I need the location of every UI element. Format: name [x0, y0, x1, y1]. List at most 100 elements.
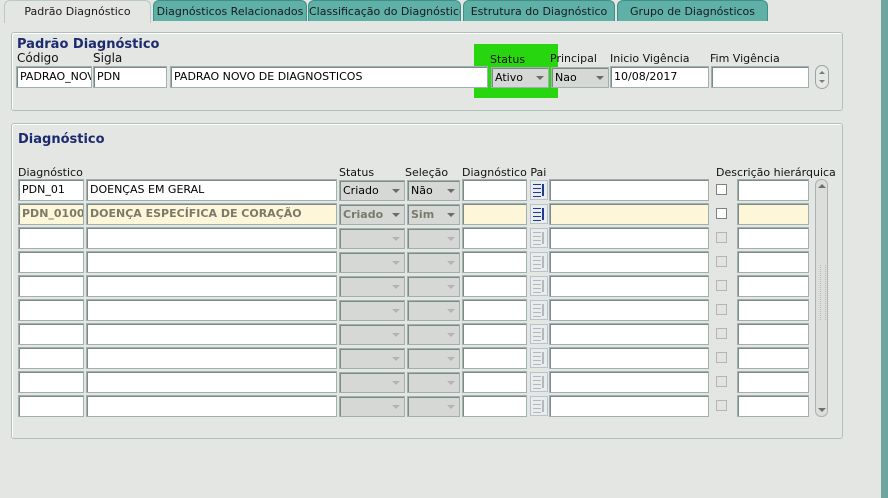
diagnostico-selecao-select[interactable]: Sim: [407, 204, 460, 225]
list-of-values-icon[interactable]: [530, 348, 548, 368]
list-of-values-icon[interactable]: [530, 204, 548, 224]
diagnostico-selecao-select[interactable]: Não: [407, 180, 460, 201]
chevron-down-icon: [392, 309, 400, 313]
diagnostico-status-select[interactable]: Criado: [339, 204, 405, 225]
diagnostico-pai-descricao-field[interactable]: [549, 203, 709, 225]
descricao-hierarquica-field[interactable]: [737, 227, 809, 249]
diagnostico-pai-descricao-field[interactable]: [549, 323, 709, 345]
col-status: Status: [339, 166, 375, 179]
diagnostico-descricao-field[interactable]: [86, 275, 337, 297]
descricao-hierarquica-field[interactable]: [737, 347, 809, 369]
diagnostico-pai-field[interactable]: [462, 251, 527, 273]
descricao-hierarquica-field[interactable]: [737, 203, 809, 225]
diagnostico-status-select: [339, 396, 405, 417]
list-of-values-icon[interactable]: [530, 180, 548, 200]
diagnostico-pai-field[interactable]: [462, 371, 527, 393]
scroll-thumb-grip[interactable]: [820, 265, 826, 320]
hierarchy-checkbox[interactable]: [716, 208, 727, 219]
diagnostico-codigo-field[interactable]: [18, 275, 84, 297]
diagnostico-descricao-field[interactable]: DOENÇAS EM GERAL: [86, 179, 337, 201]
list-of-values-icon[interactable]: [530, 300, 548, 320]
hierarchy-checkbox[interactable]: [716, 304, 727, 315]
diagnostico-pai-field[interactable]: [462, 203, 527, 225]
tab-grupo-diagnosticos[interactable]: Grupo de Diagnósticos: [617, 0, 768, 21]
chevron-down-icon: [392, 405, 400, 409]
tab-padrao-diagnostico[interactable]: Padrão Diagnóstico: [4, 0, 151, 23]
diagnostico-pai-descricao-field[interactable]: [549, 299, 709, 321]
diagnostico-descricao-field[interactable]: [86, 395, 337, 417]
diagnostico-status-select[interactable]: Criado: [339, 180, 405, 201]
diagnostico-descricao-field[interactable]: [86, 371, 337, 393]
diagnostico-pai-descricao-field[interactable]: [549, 371, 709, 393]
descricao-hierarquica-field[interactable]: [737, 299, 809, 321]
descricao-hierarquica-field[interactable]: [737, 371, 809, 393]
diagnostico-pai-field[interactable]: [462, 179, 527, 201]
hierarchy-checkbox[interactable]: [716, 280, 727, 291]
diagnostico-codigo-field[interactable]: PDN_0100: [18, 203, 84, 225]
descricao-hierarquica-field[interactable]: [737, 275, 809, 297]
diagnostico-descricao-field[interactable]: DOENÇA ESPECÍFICA DE CORAÇÃO: [86, 203, 337, 225]
diagnostico-pai-field[interactable]: [462, 227, 527, 249]
chevron-down-icon: [392, 237, 400, 241]
hierarchy-checkbox[interactable]: [716, 376, 727, 387]
descricao-field[interactable]: PADRAO NOVO DE DIAGNOSTICOS: [170, 66, 488, 88]
diagnostico-codigo-field[interactable]: [18, 299, 84, 321]
diagnostico-pai-field[interactable]: [462, 323, 527, 345]
tab-classificacao-diagnostico[interactable]: Classificação do Diagnóstico: [308, 0, 461, 21]
diagnostico-descricao-field[interactable]: [86, 347, 337, 369]
principal-select[interactable]: Nao: [551, 67, 609, 88]
diagnostico-codigo-field[interactable]: [18, 251, 84, 273]
diagnostico-pai-descricao-field[interactable]: [549, 395, 709, 417]
diagnostico-pai-descricao-field[interactable]: [549, 251, 709, 273]
col-selecao: Seleção: [405, 166, 449, 179]
diagnostico-descricao-field[interactable]: [86, 227, 337, 249]
record-scroll[interactable]: [815, 65, 829, 89]
diagnostico-descricao-field[interactable]: [86, 323, 337, 345]
diagnostico-descricao-field[interactable]: [86, 299, 337, 321]
hierarchy-checkbox[interactable]: [716, 232, 727, 243]
diagnostico-pai-field[interactable]: [462, 395, 527, 417]
diagnostico-pai-descricao-field[interactable]: [549, 275, 709, 297]
diagnostico-codigo-field[interactable]: [18, 227, 84, 249]
chevron-down-icon: [536, 76, 544, 80]
list-of-values-icon[interactable]: [530, 276, 548, 296]
diagnostico-codigo-field[interactable]: [18, 323, 84, 345]
descricao-hierarquica-field[interactable]: [737, 395, 809, 417]
hierarchy-checkbox[interactable]: [716, 400, 727, 411]
diagnostico-status-select: [339, 228, 405, 249]
list-of-values-icon[interactable]: [530, 228, 548, 248]
status-select[interactable]: Ativo: [491, 67, 549, 88]
diagnostico-codigo-field[interactable]: [18, 347, 84, 369]
diagnostico-codigo-field[interactable]: [18, 395, 84, 417]
diagnostico-codigo-field[interactable]: PDN_01: [18, 179, 84, 201]
descricao-hierarquica-field[interactable]: [737, 323, 809, 345]
diagnostico-pai-descricao-field[interactable]: [549, 179, 709, 201]
tab-estrutura-diagnostico[interactable]: Estrutura do Diagnóstico: [463, 0, 615, 21]
codigo-field[interactable]: PADRAO_NOV: [16, 66, 92, 88]
diagnostico-selecao-value: Sim: [411, 208, 435, 221]
descricao-hierarquica-field[interactable]: [737, 251, 809, 273]
list-of-values-icon[interactable]: [530, 372, 548, 392]
hierarchy-checkbox[interactable]: [716, 256, 727, 267]
sigla-field[interactable]: PDN: [93, 66, 167, 88]
diagnostico-pai-field[interactable]: [462, 299, 527, 321]
diagnostico-selecao-value: Não: [411, 184, 433, 197]
diagnostico-pai-field[interactable]: [462, 347, 527, 369]
diagnostico-codigo-field[interactable]: [18, 371, 84, 393]
inicio-vigencia-field[interactable]: 10/08/2017: [610, 66, 709, 88]
hierarchy-checkbox[interactable]: [716, 352, 727, 363]
diagnostico-pai-field[interactable]: [462, 275, 527, 297]
tab-diagnosticos-relacionados[interactable]: Diagnósticos Relacionados: [153, 0, 307, 21]
diagnostico-descricao-field[interactable]: [86, 251, 337, 273]
hierarchy-checkbox[interactable]: [716, 184, 727, 195]
grid-scrollbar[interactable]: [815, 179, 828, 417]
diagnostico-pai-descricao-field[interactable]: [549, 227, 709, 249]
fim-vigencia-field[interactable]: [711, 66, 809, 88]
list-of-values-icon[interactable]: [530, 324, 548, 344]
list-of-values-icon[interactable]: [530, 396, 548, 416]
descricao-hierarquica-field[interactable]: [737, 179, 809, 201]
diagnostico-status-select: [339, 372, 405, 393]
hierarchy-checkbox[interactable]: [716, 328, 727, 339]
diagnostico-pai-descricao-field[interactable]: [549, 347, 709, 369]
list-of-values-icon[interactable]: [530, 252, 548, 272]
